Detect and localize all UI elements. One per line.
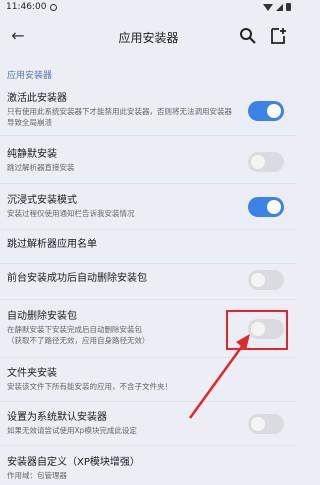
setting-title: 安装器自定义（XP模块增强） xyxy=(7,457,140,468)
divider xyxy=(0,229,297,230)
divider xyxy=(0,357,297,358)
signal-icon xyxy=(276,3,283,11)
battery-icon xyxy=(286,3,291,11)
divider xyxy=(0,263,297,264)
notification-icon xyxy=(50,3,58,11)
add-file-icon[interactable] xyxy=(268,26,288,46)
toggle-activate-installer[interactable] xyxy=(248,101,284,121)
toggle-auto-delete-foreground[interactable] xyxy=(248,270,284,290)
setting-title: 文件夹安装 xyxy=(7,368,57,379)
toggle-silent-install[interactable] xyxy=(248,152,284,172)
status-time: 11:46:00 xyxy=(6,2,47,12)
divider xyxy=(0,183,297,184)
app-bar: ← 应用安装器 xyxy=(0,20,297,52)
divider xyxy=(0,135,297,136)
toggle-default-installer[interactable] xyxy=(248,414,284,434)
toggle-immersive-mode[interactable] xyxy=(248,197,284,217)
setting-title: 跳过解析器应用名单 xyxy=(7,239,97,250)
divider xyxy=(0,401,297,402)
setting-subtitle: 只有使用此系统安装器下才能禁用此安装器，否则将无法调用安装器导致全局崩溃 xyxy=(7,107,232,127)
search-icon[interactable] xyxy=(238,26,258,46)
divider xyxy=(0,445,297,446)
setting-skip-parser-list[interactable]: 跳过解析器应用名单 xyxy=(0,238,297,252)
section-header: 应用安装器 xyxy=(7,71,53,81)
setting-xp-module[interactable]: 安装器自定义（XP模块增强） 作用域：包管理器 xyxy=(0,456,297,481)
setting-folder-install[interactable]: 文件夹安装 安装该文件下所有能安装的应用，不含子文件夹！ xyxy=(0,367,297,392)
wifi-icon xyxy=(263,3,273,11)
divider xyxy=(0,299,297,300)
setting-subtitle: 作用域：包管理器 xyxy=(7,471,67,480)
status-bar: 11:46:00 xyxy=(0,0,297,14)
highlight-box xyxy=(226,310,288,350)
setting-subtitle: 安装该文件下所有能安装的应用，不含子文件夹！ xyxy=(7,382,172,391)
